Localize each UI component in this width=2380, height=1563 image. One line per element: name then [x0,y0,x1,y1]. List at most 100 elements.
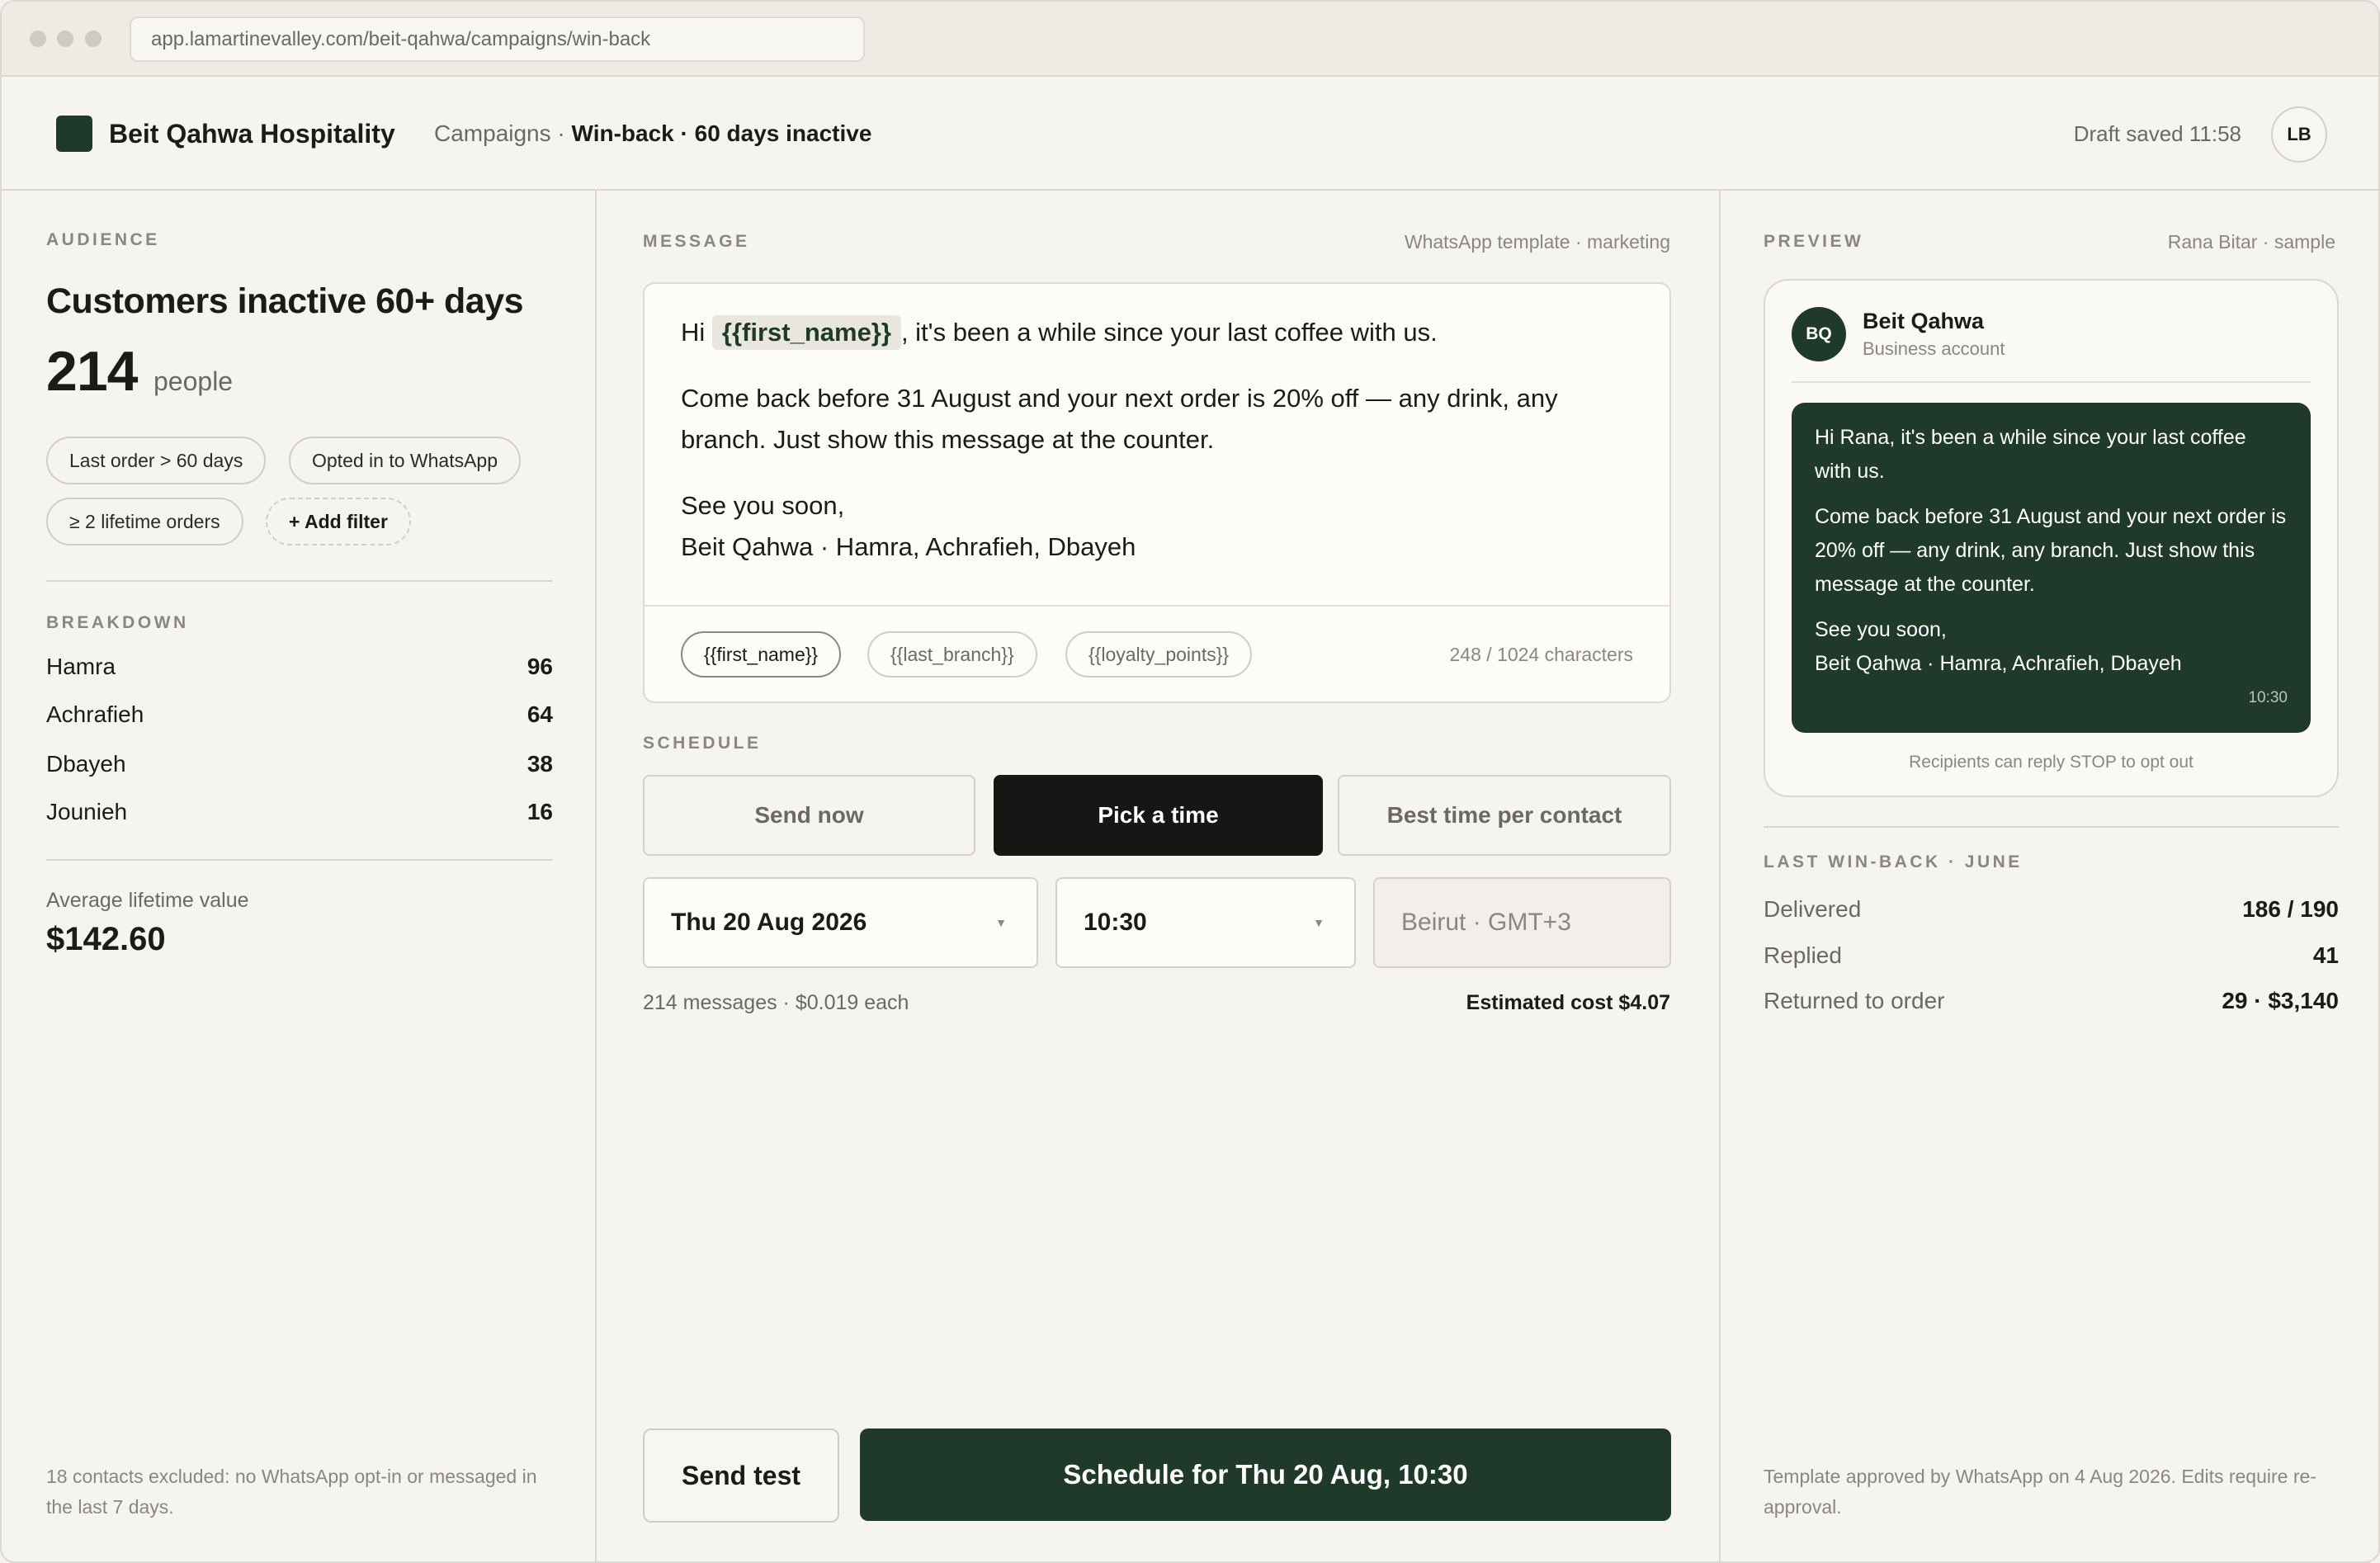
bubble-line2: Come back before 31 August and your next… [1815,505,2287,596]
business-name: Beit Qahwa [1863,309,1985,333]
character-count: 248 / 1024 characters [1449,644,1633,665]
composer-panel: MESSAGE WhatsApp template · marketing Hi… [597,191,1721,1561]
stat-returned: Returned to order 29 · $3,140 [1764,988,2339,1014]
message-toolbar: {{first_name}} {{last_branch}} {{loyalty… [645,605,1669,701]
excluded-contacts-note: 18 contacts excluded: no WhatsApp opt-in… [46,1466,537,1518]
divider [46,859,553,861]
breakdown-value: 16 [527,799,553,824]
breakdown-name: Achrafieh [46,701,144,727]
audience-count-unit: people [153,366,234,396]
breakdown-name: Jounieh [46,799,128,824]
app-window: app.lamartinevalley.com/beit-qahwa/campa… [0,0,2380,1563]
chevron-down-icon: ▼ [1313,916,1325,929]
message-greeting: Hi [681,318,712,347]
send-now-option[interactable]: Send now [643,775,975,856]
breakdown-row-hamra: Hamra 96 [46,650,553,683]
breakdown-row-dbayeh: Dbayeh 38 [46,748,553,781]
stat-label: Returned to order [1764,988,1945,1013]
avg-lifetime-value: $142.60 [46,921,166,957]
bubble-signoff: See you soon, [1815,618,1947,641]
address-bar[interactable]: app.lamartinevalley.com/beit-qahwa/campa… [130,17,865,62]
message-line1: , it's been a while since your last coff… [900,318,1438,347]
chevron-down-icon: ▼ [995,916,1007,929]
divider [1792,381,2311,383]
breakdown-row-achrafieh: Achrafieh 64 [46,698,553,731]
window-maximize-dot[interactable] [85,31,102,47]
time-select[interactable]: 10:30 ▼ [1055,877,1356,968]
brand-name: Beit Qahwa Hospitality [109,119,395,149]
filter-chip-opted-in[interactable]: Opted in to WhatsApp [289,437,522,484]
bubble-signature: Beit Qahwa · Hamra, Achrafieh, Dbayeh [1815,652,2182,675]
inline-variable-first-name[interactable]: {{first_name}} [711,315,901,350]
stat-replied: Replied 41 [1764,942,2339,969]
app-header: Beit Qahwa Hospitality Campaigns · Win-b… [2,77,2378,191]
breadcrumb: Campaigns · Win-back · 60 days inactive [434,116,871,152]
audience-title: Customers inactive 60+ days [46,281,524,321]
best-time-option[interactable]: Best time per contact [1338,775,1671,856]
whatsapp-preview: BQ Beit Qahwa Business account Hi Rana, … [1764,279,2339,797]
timezone-field: Beirut · GMT+3 [1373,877,1671,968]
breakdown-name: Dbayeh [46,751,126,777]
draft-status: Draft saved 11:58 [2073,121,2241,146]
stat-label: Replied [1764,942,1842,968]
stat-value: 29 · $3,140 [2222,988,2339,1013]
stat-value: 41 [2312,942,2339,968]
template-approval-note: Template approved by WhatsApp on 4 Aug 2… [1764,1466,2316,1518]
opt-out-note: Recipients can reply STOP to opt out [1909,753,2193,772]
breadcrumb-campaigns[interactable]: Campaigns [434,120,551,146]
breakdown-value: 64 [527,701,553,727]
schedule-label: SCHEDULE [643,734,762,753]
business-account-label: Business account [1863,338,2005,359]
browser-chrome: app.lamartinevalley.com/beit-qahwa/campa… [2,2,2378,77]
business-avatar: BQ [1792,307,1846,361]
breakdown-value: 38 [527,751,553,777]
estimated-cost: Estimated cost $4.07 [1466,991,1670,1014]
divider [46,580,553,582]
stat-delivered: Delivered 186 / 190 [1764,896,2339,923]
breakdown-label: BREAKDOWN [46,613,189,632]
message-signature: Beit Qahwa · Hamra, Achrafieh, Dbayeh [681,532,1136,561]
breakdown-row-jounieh: Jounieh 16 [46,796,553,829]
divider [1764,826,2339,828]
audience-panel: AUDIENCE Customers inactive 60+ days 214… [2,191,597,1561]
message-label: MESSAGE [643,232,750,251]
bubble-line1: Hi Rana, it's been a while since your la… [1815,426,2246,483]
preview-label: PREVIEW [1764,232,1864,251]
variable-chip-first-name[interactable]: {{first_name}} [681,631,842,678]
time-value: 10:30 [1084,909,1147,936]
send-test-button[interactable]: Send test [643,1428,839,1523]
pick-a-time-option[interactable]: Pick a time [994,775,1323,856]
bubble-timestamp: 10:30 [2248,689,2288,706]
template-type: WhatsApp template · marketing [1404,231,1670,253]
date-select[interactable]: Thu 20 Aug 2026 ▼ [643,877,1038,968]
avg-lifetime-value-label: Average lifetime value [46,889,249,912]
window-minimize-dot[interactable] [57,31,73,47]
message-signoff: See you soon, [681,491,845,520]
message-editor[interactable]: Hi {{first_name}}, it's been a while sin… [643,282,1671,703]
window-close-dot[interactable] [30,31,46,47]
audience-count: 214 [46,340,138,403]
variable-chip-last-branch[interactable]: {{last_branch}} [867,631,1037,678]
add-filter-button[interactable]: + Add filter [266,498,411,545]
brand-logo-icon [56,116,92,152]
date-value: Thu 20 Aug 2026 [671,909,867,936]
stat-value: 186 / 190 [2242,896,2339,922]
schedule-button[interactable]: Schedule for Thu 20 Aug, 10:30 [860,1428,1671,1521]
user-avatar[interactable]: LB [2271,106,2327,163]
breadcrumb-separator: · [550,120,572,146]
breakdown-value: 96 [527,654,553,679]
audience-label: AUDIENCE [46,230,160,249]
breakdown-name: Hamra [46,654,116,679]
preview-sample[interactable]: Rana Bitar · sample [2168,231,2335,253]
message-bubble: Hi Rana, it's been a while since your la… [1792,403,2311,733]
filter-chip-lifetime-orders[interactable]: ≥ 2 lifetime orders [46,498,243,545]
message-body[interactable]: Hi {{first_name}}, it's been a while sin… [681,312,1630,568]
last-winback-label: LAST WIN-BACK · JUNE [1764,852,2023,871]
message-line2: Come back before 31 August and your next… [681,384,1558,454]
variable-chip-loyalty-points[interactable]: {{loyalty_points}} [1065,631,1253,678]
messages-info: 214 messages · $0.019 each [643,991,909,1014]
preview-panel: PREVIEW Rana Bitar · sample BQ Beit Qahw… [1721,191,2378,1561]
stat-label: Delivered [1764,896,1862,922]
breadcrumb-current: Win-back · 60 days inactive [571,120,872,146]
filter-chip-last-order[interactable]: Last order > 60 days [46,437,267,484]
